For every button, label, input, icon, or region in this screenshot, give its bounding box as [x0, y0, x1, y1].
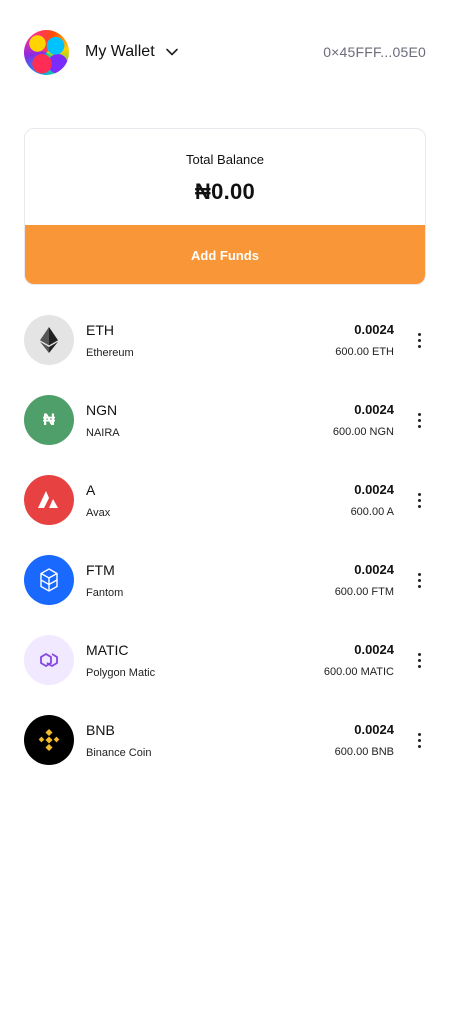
- asset-name: Fantom: [86, 586, 124, 599]
- polygon-icon: [24, 635, 74, 685]
- asset-name: Ethereum: [86, 346, 134, 359]
- asset-name: Polygon Matic: [86, 666, 156, 679]
- wallet-address[interactable]: 0×45FFF...05E0: [323, 44, 426, 60]
- naira-glyph: ₦: [42, 410, 56, 429]
- balance-label: Total Balance: [185, 152, 265, 167]
- asset-row-bnb[interactable]: BNB Binance Coin 0.0024 600.00 BNB: [24, 715, 426, 765]
- naira-icon: ₦: [24, 395, 74, 445]
- asset-symbol: BNB: [86, 721, 115, 738]
- asset-symbol: FTM: [86, 561, 115, 578]
- asset-row-ngn[interactable]: ₦ NGN NAIRA 0.0024 600.00 NGN: [24, 395, 426, 445]
- wallet-header: My Wallet 0×45FFF...05E0: [24, 29, 426, 75]
- wallet-selector[interactable]: My Wallet: [85, 43, 179, 61]
- asset-amount: 0.0024: [354, 482, 394, 497]
- asset-symbol: NGN: [86, 401, 118, 418]
- more-options-icon[interactable]: [412, 330, 426, 350]
- avatar[interactable]: [24, 29, 69, 75]
- asset-value: 600.00 NGN: [332, 426, 394, 438]
- more-options-icon[interactable]: [412, 730, 426, 750]
- asset-amount: 0.0024: [354, 642, 394, 657]
- more-options-icon[interactable]: [412, 650, 426, 670]
- balance-card: Total Balance ₦0.00 Add Funds: [24, 128, 426, 285]
- ethereum-icon: [24, 315, 74, 365]
- avalanche-icon: [24, 475, 74, 525]
- asset-amount: 0.0024: [354, 562, 394, 577]
- asset-list: ETH Ethereum 0.0024 600.00 ETH ₦ NGN NAI…: [24, 315, 426, 795]
- asset-name: NAIRA: [86, 426, 120, 439]
- asset-row-eth[interactable]: ETH Ethereum 0.0024 600.00 ETH: [24, 315, 426, 365]
- asset-row-matic[interactable]: MATIC Polygon Matic 0.0024 600.00 MATIC: [24, 635, 426, 685]
- asset-symbol: ETH: [86, 321, 114, 338]
- asset-value: 600.00 MATIC: [323, 666, 394, 678]
- asset-value: 600.00 FTM: [334, 586, 394, 598]
- asset-amount: 0.0024: [354, 322, 394, 337]
- asset-name: Avax: [86, 506, 111, 519]
- asset-name: Binance Coin: [86, 746, 152, 759]
- asset-symbol: A: [86, 481, 96, 498]
- asset-row-ftm[interactable]: FTM Fantom 0.0024 600.00 FTM: [24, 555, 426, 605]
- asset-value: 600.00 BNB: [334, 746, 394, 758]
- chevron-down-icon: [165, 48, 178, 56]
- more-options-icon[interactable]: [412, 570, 426, 590]
- more-options-icon[interactable]: [412, 410, 426, 430]
- binance-icon: [24, 715, 74, 765]
- more-options-icon[interactable]: [412, 490, 426, 510]
- asset-amount: 0.0024: [354, 722, 394, 737]
- asset-symbol: MATIC: [86, 641, 129, 658]
- asset-value: 600.00 ETH: [335, 346, 394, 358]
- fantom-icon: [24, 555, 74, 605]
- add-funds-button[interactable]: Add Funds: [25, 225, 425, 284]
- balance-value: ₦0.00: [194, 179, 256, 204]
- wallet-label: My Wallet: [85, 43, 155, 60]
- asset-value: 600.00 A: [350, 506, 394, 518]
- asset-amount: 0.0024: [354, 402, 394, 417]
- asset-row-avax[interactable]: A Avax 0.0024 600.00 A: [24, 475, 426, 525]
